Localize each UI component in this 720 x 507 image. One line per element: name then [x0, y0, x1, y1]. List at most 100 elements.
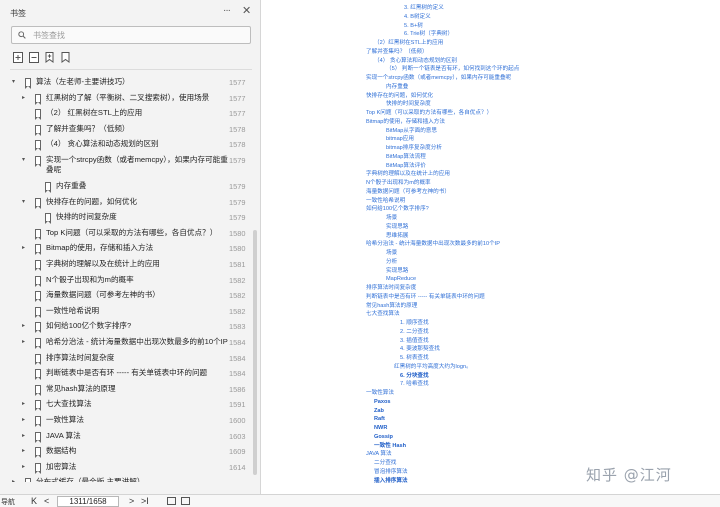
toc-entry-link[interactable]: 红黑树的平均高度大约为logn。 [394, 364, 472, 371]
bookmark-item[interactable]: （2） 红黑树在STL上的应用 1577 [0, 106, 252, 121]
expand-arrow-icon[interactable]: ▸ [22, 400, 25, 407]
toc-entry-link[interactable]: 了解并查集吗？（低频） [366, 49, 428, 56]
last-page-button[interactable]: >I [141, 495, 149, 507]
bookmark-item[interactable]: ▸ Bitmap的使用，存储和插入方法 1580 [0, 241, 252, 256]
toc-entry-link[interactable]: 3. 红黑树的定义 [404, 5, 444, 12]
toc-entry-link[interactable]: 排序算法时间复杂度 [366, 285, 416, 292]
collapse-arrow-icon[interactable]: ▾ [12, 78, 15, 85]
toc-entry-link[interactable]: 6. Trie树（字典树） [404, 31, 453, 38]
expand-arrow-icon[interactable]: ▸ [22, 94, 25, 101]
bookmark-item[interactable]: ▸ 加密算法 1614 [0, 460, 252, 475]
bookmark-item[interactable]: 了解并查集吗？（低频） 1578 [0, 122, 252, 137]
add-bookmark-icon[interactable] [45, 52, 55, 63]
bookmark-item[interactable]: 快排的时间复杂度 1579 [0, 210, 252, 225]
bookmark-item[interactable]: （4） 贪心算法和动态规划的区别 1578 [0, 137, 252, 152]
bookmark-item[interactable]: 一致性哈希说明 1582 [0, 304, 252, 319]
collapse-arrow-icon[interactable]: ▾ [22, 198, 25, 205]
page-number-field[interactable]: 1311/1658 [57, 496, 119, 507]
toc-entry-link[interactable]: 快排存在的问题，如何优化 [366, 93, 433, 100]
toc-entry-link[interactable]: bitmap应用 [386, 136, 414, 143]
bookmark-item[interactable]: ▾ 实现一个strcpy函数（或者memcpy），如果内存可能重 叠呢 1579 [0, 153, 252, 174]
toc-entry-link[interactable]: BitMap算法流程 [386, 154, 426, 161]
toc-entry-link[interactable]: 七大查找算法 [366, 311, 400, 318]
toc-entry-link[interactable]: Top K问题（可以采取的方法有哪些，各自优点？） [366, 110, 492, 117]
bookmark-item[interactable]: 判断链表中是否有环 ----- 有关单链表中环的问题 1584 [0, 366, 252, 381]
toc-entry-link[interactable]: bitmap排序复杂度分析 [386, 145, 442, 152]
bookmark-item[interactable]: ▸ 如何给100亿个数字排序? 1583 [0, 319, 252, 334]
bookmark-item[interactable]: ▾ 快排存在的问题，如何优化 1579 [0, 195, 252, 210]
scrollbar[interactable] [253, 230, 257, 475]
toc-entry-link[interactable]: 一致性 Hash [374, 443, 406, 450]
toc-entry-link[interactable]: Bitmap的使用，存储和插入方法 [366, 119, 445, 126]
bookmark-item[interactable]: 排序算法时间复杂度 1584 [0, 351, 252, 366]
toc-entry-link[interactable]: 5. 树表查找 [400, 355, 429, 362]
expand-arrow-icon[interactable]: ▸ [22, 322, 25, 329]
bookmark-item[interactable]: ▸ 七大查找算法 1591 [0, 397, 252, 412]
toc-entry-link[interactable]: Paxos [374, 399, 390, 406]
bookmark-item[interactable]: ▾ 算法（左老师-主要讲技巧） 1577 [0, 75, 252, 90]
toc-entry-link[interactable]: 字典树的理解以及在统计上的应用 [366, 171, 450, 178]
toc-entry-link[interactable]: 2. 二分查找 [400, 329, 429, 336]
search-input[interactable] [33, 27, 243, 43]
toc-entry-link[interactable]: 判断链表中是否有环 ----- 有关单链表中环的问题 [366, 294, 485, 301]
bookmark-item[interactable]: Top K问题（可以采取的方法有哪些，各自优点？） 1580 [0, 226, 252, 241]
toc-entry-link[interactable]: BitMap从字面的意思 [386, 128, 437, 135]
toc-entry-link[interactable]: 3. 插值查找 [400, 338, 429, 345]
toc-entry-link[interactable]: 1. 顺序查找 [400, 320, 429, 327]
toc-entry-link[interactable]: 海量数据问题（可参考左神的书） [366, 189, 450, 196]
bookmark-item[interactable]: ▸ 红黑树的了解（平衡树、二叉搜索树），使用场景 1577 [0, 91, 252, 106]
toc-entry-link[interactable]: （4） 贪心算法和动态规划的区别 [374, 58, 457, 65]
toc-entry-link[interactable]: 场景 [386, 250, 397, 257]
toc-entry-link[interactable]: Zab [374, 408, 384, 415]
next-page-button[interactable]: > [129, 495, 134, 507]
expand-arrow-icon[interactable]: ▸ [22, 432, 25, 439]
toc-entry-link[interactable]: 冒泡排序算法 [374, 469, 408, 476]
first-page-button[interactable]: K [31, 495, 37, 507]
bookmark-item[interactable]: ▸ 数据结构 1609 [0, 444, 252, 459]
toc-entry-link[interactable]: 6. 分块查找 [400, 373, 429, 380]
toc-entry-link[interactable]: 4. 斐波那契查找 [400, 346, 440, 353]
close-icon[interactable]: ✕ [242, 4, 251, 17]
bookmark-item[interactable]: ▸ 哈希分治法 - 统计海量数据中出现次数最多的前10个IP 1584 [0, 335, 252, 350]
bookmark-item[interactable]: ▸ 分布式缓存（最全版 主要讲解） [0, 475, 252, 482]
expand-arrow-icon[interactable]: ▸ [22, 447, 25, 454]
toc-entry-link[interactable]: MapReduce [386, 276, 416, 283]
toc-entry-link[interactable]: 一致性哈希说明 [366, 198, 405, 205]
bookmark-item[interactable]: ▸ 一致性算法 1600 [0, 413, 252, 428]
toc-entry-link[interactable]: 场景 [386, 215, 397, 222]
bookmark-item[interactable]: 字典树的理解以及在统计上的应用 1581 [0, 257, 252, 272]
bookmark-item[interactable]: 常见hash算法的原理 1586 [0, 382, 252, 397]
expand-arrow-icon[interactable]: ▸ [22, 244, 25, 251]
expand-arrow-icon[interactable]: ▸ [22, 416, 25, 423]
collapse-arrow-icon[interactable]: ▾ [22, 156, 25, 163]
expand-arrow-icon[interactable]: ▸ [12, 478, 15, 482]
collapse-all-icon[interactable] [29, 52, 39, 63]
toc-entry-link[interactable]: 实现思路 [386, 268, 408, 275]
expand-arrow-icon[interactable]: ▸ [22, 338, 25, 345]
toc-entry-link[interactable]: 4. B树定义 [404, 14, 431, 21]
bookmark-item[interactable]: ▸ JAVA 算法 1603 [0, 429, 252, 444]
toc-entry-link[interactable]: NWR [374, 425, 387, 432]
toc-entry-link[interactable]: 哈希分治法 - 统计海量数据中出现次数最多的前10个IP [366, 241, 500, 248]
bookmark-item[interactable]: N个骰子出现和为m的概率 1582 [0, 273, 252, 288]
toc-entry-link[interactable]: 内存重叠 [386, 84, 408, 91]
toc-entry-link[interactable]: Raft [374, 416, 385, 423]
prev-page-button[interactable]: < [44, 495, 49, 507]
toc-entry-link[interactable]: BitMap算法评价 [386, 163, 426, 170]
toc-entry-link[interactable]: 一致性算法 [366, 390, 394, 397]
toc-entry-link[interactable]: 5. B+树 [404, 23, 423, 30]
toc-entry-link[interactable]: Gossip [374, 434, 393, 441]
forward-view-icon[interactable] [181, 497, 190, 505]
bookmark-item[interactable]: 海量数据问题（可参考左神的书） 1582 [0, 288, 252, 303]
toc-entry-link[interactable]: N个骰子出现和为m的概率 [366, 180, 431, 187]
toc-entry-link[interactable]: 实现思路 [386, 224, 408, 231]
toc-entry-link[interactable]: 实现一个strcpy函数（或者memcpy），如果内存可能重叠呢 [366, 75, 511, 82]
toc-entry-link[interactable]: 思维拓展 [386, 233, 408, 240]
toc-entry-link[interactable]: 分析 [386, 259, 397, 266]
toc-entry-link[interactable]: 常见hash算法的原理 [366, 303, 417, 310]
expand-all-icon[interactable] [13, 52, 23, 63]
bookmark-icon[interactable] [61, 52, 71, 63]
bookmark-search-box[interactable] [11, 26, 251, 44]
toc-entry-link[interactable]: 二分查找 [374, 460, 396, 467]
toc-entry-link[interactable]: （5） 判断一个链表是否有环，如何找到这个环的起点 [386, 66, 519, 73]
